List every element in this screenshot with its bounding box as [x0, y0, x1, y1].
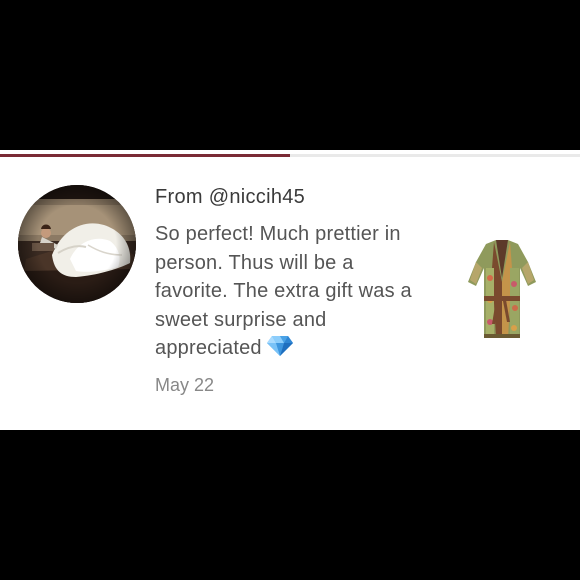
story-progress-bar — [0, 154, 580, 157]
gem-icon — [266, 335, 294, 357]
kimono-robe-image — [468, 240, 536, 338]
product-thumbnail[interactable] — [466, 238, 538, 346]
reviewer-avatar[interactable] — [18, 185, 136, 303]
reviewer-handle[interactable]: From @niccih45 — [155, 184, 425, 210]
review-content: From @niccih45 So perfect! Much prettier… — [155, 184, 425, 397]
review-body: So perfect! Much prettier in person. Thu… — [155, 220, 425, 363]
review-card: From @niccih45 So perfect! Much prettier… — [0, 150, 580, 430]
story-progress-fill — [0, 154, 290, 157]
avatar-photo — [18, 185, 136, 303]
screenshot-frame: From @niccih45 So perfect! Much prettier… — [0, 0, 580, 580]
review-date: May 22 — [155, 374, 215, 395]
